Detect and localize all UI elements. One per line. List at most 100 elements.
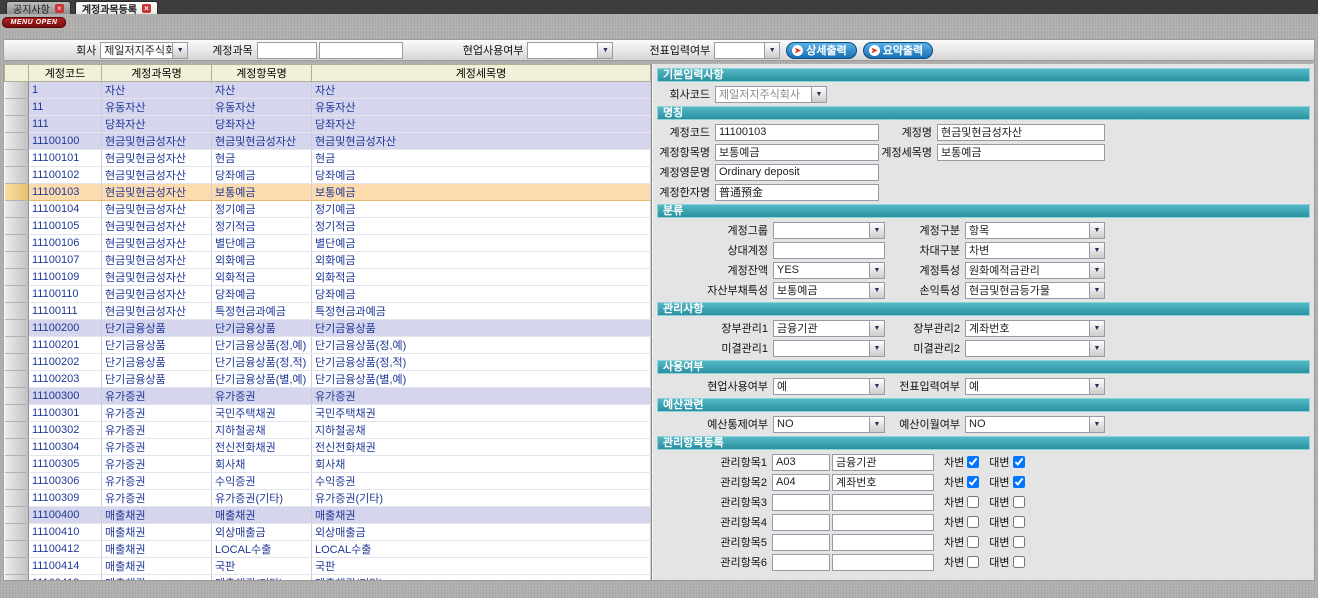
chevron-down-icon[interactable]: ▼ xyxy=(1089,321,1104,336)
table-cell-code[interactable]: 11100400 xyxy=(29,507,102,524)
table-row[interactable]: 11100302유가증권지하철공채지하철공채 xyxy=(5,422,651,439)
table-cell-name[interactable]: 현금및현금성자산 xyxy=(102,218,212,235)
table-cell-detail[interactable]: 유가증권 xyxy=(312,388,651,405)
slip-entry-select[interactable]: 예 ▼ xyxy=(965,378,1105,395)
account-name-input[interactable] xyxy=(937,124,1105,141)
table-cell-item[interactable]: 매출채권 xyxy=(212,507,312,524)
table-cell-code[interactable]: 11100200 xyxy=(29,320,102,337)
table-cell-item[interactable]: 외화적금 xyxy=(212,269,312,286)
row-selector-cell[interactable] xyxy=(5,456,29,473)
row-selector-cell[interactable] xyxy=(5,337,29,354)
table-cell-item[interactable]: 별단예금 xyxy=(212,235,312,252)
table-cell-item[interactable]: 단기금융상품(별,예) xyxy=(212,371,312,388)
detail-name-input[interactable] xyxy=(937,144,1105,161)
row-selector-cell[interactable] xyxy=(5,371,29,388)
table-cell-item[interactable]: 특정현금과예금 xyxy=(212,303,312,320)
pending2-select[interactable]: ▼ xyxy=(965,340,1105,357)
row-selector-cell[interactable] xyxy=(5,422,29,439)
mgmt-item-name-input[interactable] xyxy=(832,554,934,571)
mgmt-item-name-input[interactable] xyxy=(832,534,934,551)
table-cell-code[interactable]: 11100202 xyxy=(29,354,102,371)
table-cell-name[interactable]: 현금및현금성자산 xyxy=(102,167,212,184)
table-cell-code[interactable]: 11100105 xyxy=(29,218,102,235)
table-cell-code[interactable]: 11100412 xyxy=(29,541,102,558)
table-cell-name[interactable]: 현금및현금성자산 xyxy=(102,133,212,150)
chevron-down-icon[interactable]: ▼ xyxy=(1089,379,1104,394)
table-cell-name[interactable]: 매출채권 xyxy=(102,575,212,581)
table-cell-item[interactable]: 정기적금 xyxy=(212,218,312,235)
table-cell-detail[interactable]: 정기적금 xyxy=(312,218,651,235)
field-usage-select[interactable]: 예 ▼ xyxy=(773,378,885,395)
table-cell-item[interactable]: 외상매출금 xyxy=(212,524,312,541)
chevron-down-icon[interactable]: ▼ xyxy=(1089,263,1104,278)
usage-filter-select[interactable]: ▼ xyxy=(527,42,613,59)
chevron-down-icon[interactable]: ▼ xyxy=(1089,223,1104,238)
row-selector-cell[interactable] xyxy=(5,473,29,490)
table-cell-code[interactable]: 111 xyxy=(29,116,102,133)
table-cell-code[interactable]: 11100111 xyxy=(29,303,102,320)
table-row[interactable]: 11100305유가증권회사채회사채 xyxy=(5,456,651,473)
table-cell-name[interactable]: 유가증권 xyxy=(102,405,212,422)
table-cell-code[interactable]: 11100100 xyxy=(29,133,102,150)
credit-checkbox[interactable] xyxy=(1013,476,1025,488)
table-cell-detail[interactable]: 전신전화채권 xyxy=(312,439,651,456)
table-cell-name[interactable]: 유가증권 xyxy=(102,473,212,490)
table-cell-name[interactable]: 단기금융상품 xyxy=(102,371,212,388)
mgmt-item-code-input[interactable] xyxy=(772,514,830,531)
mgmt-item-name-input[interactable] xyxy=(832,454,934,471)
chevron-down-icon[interactable]: ▼ xyxy=(869,321,884,336)
table-row[interactable]: 11100101현금및현금성자산현금현금 xyxy=(5,150,651,167)
table-cell-name[interactable]: 현금및현금성자산 xyxy=(102,235,212,252)
table-cell-name[interactable]: 현금및현금성자산 xyxy=(102,269,212,286)
table-cell-item[interactable]: 매출채권(기타) xyxy=(212,575,312,581)
budget-control-select[interactable]: NO ▼ xyxy=(773,416,885,433)
table-row[interactable]: 11100301유가증권국민주택채권국민주택채권 xyxy=(5,405,651,422)
chevron-down-icon[interactable]: ▼ xyxy=(869,417,884,432)
row-selector-cell[interactable] xyxy=(5,575,29,581)
budget-carryover-select[interactable]: NO ▼ xyxy=(965,416,1105,433)
table-cell-detail[interactable]: 보통예금 xyxy=(312,184,651,201)
company-code-select[interactable]: 제일저지주식회사 ▼ xyxy=(715,86,827,103)
table-cell-code[interactable]: 11100104 xyxy=(29,201,102,218)
row-selector-cell[interactable] xyxy=(5,541,29,558)
debit-checkbox[interactable] xyxy=(967,536,979,548)
table-cell-name[interactable]: 매출채권 xyxy=(102,541,212,558)
table-row[interactable]: 11100419매출채권매출채권(기타)매출채권(기타) xyxy=(5,575,651,581)
mgmt-item-code-input[interactable] xyxy=(772,494,830,511)
debit-checkbox[interactable] xyxy=(967,516,979,528)
table-cell-name[interactable]: 유동자산 xyxy=(102,99,212,116)
table-cell-code[interactable]: 11100201 xyxy=(29,337,102,354)
row-selector-cell[interactable] xyxy=(5,507,29,524)
table-cell-code[interactable]: 11100419 xyxy=(29,575,102,581)
mgmt-item-code-input[interactable] xyxy=(772,454,830,471)
table-cell-item[interactable]: 유가증권 xyxy=(212,388,312,405)
table-cell-name[interactable]: 현금및현금성자산 xyxy=(102,184,212,201)
table-cell-detail[interactable]: 단기금융상품(정,예) xyxy=(312,337,651,354)
mgmt-item-name-input[interactable] xyxy=(832,514,934,531)
column-header-detail[interactable]: 계정세목명 xyxy=(312,65,651,82)
table-cell-item[interactable]: 수익증권 xyxy=(212,473,312,490)
english-name-input[interactable] xyxy=(715,164,879,181)
table-row[interactable]: 11100100현금및현금성자산현금및현금성자산현금및현금성자산 xyxy=(5,133,651,150)
table-row[interactable]: 11100107현금및현금성자산외화예금외화예금 xyxy=(5,252,651,269)
table-cell-name[interactable]: 매출채권 xyxy=(102,507,212,524)
table-row[interactable]: 11100110현금및현금성자산당좌예금당좌예금 xyxy=(5,286,651,303)
table-cell-name[interactable]: 자산 xyxy=(102,82,212,99)
table-cell-name[interactable]: 단기금융상품 xyxy=(102,320,212,337)
table-row[interactable]: 11100414매출채권국판국판 xyxy=(5,558,651,575)
table-cell-name[interactable]: 매출채권 xyxy=(102,558,212,575)
chevron-down-icon[interactable]: ▼ xyxy=(1089,417,1104,432)
row-selector-cell[interactable] xyxy=(5,286,29,303)
table-cell-item[interactable]: LOCAL수출 xyxy=(212,541,312,558)
table-row[interactable]: 11100412매출채권LOCAL수출LOCAL수출 xyxy=(5,541,651,558)
table-row[interactable]: 11100105현금및현금성자산정기적금정기적금 xyxy=(5,218,651,235)
table-row[interactable]: 11유동자산유동자산유동자산 xyxy=(5,99,651,116)
table-row[interactable]: 111당좌자산당좌자산당좌자산 xyxy=(5,116,651,133)
column-header-item[interactable]: 계정항목명 xyxy=(212,65,312,82)
table-cell-code[interactable]: 11100103 xyxy=(29,184,102,201)
mgmt-item-name-input[interactable] xyxy=(832,474,934,491)
table-cell-detail[interactable]: 현금 xyxy=(312,150,651,167)
table-cell-code[interactable]: 11100300 xyxy=(29,388,102,405)
table-cell-name[interactable]: 단기금융상품 xyxy=(102,354,212,371)
table-cell-name[interactable]: 유가증권 xyxy=(102,422,212,439)
